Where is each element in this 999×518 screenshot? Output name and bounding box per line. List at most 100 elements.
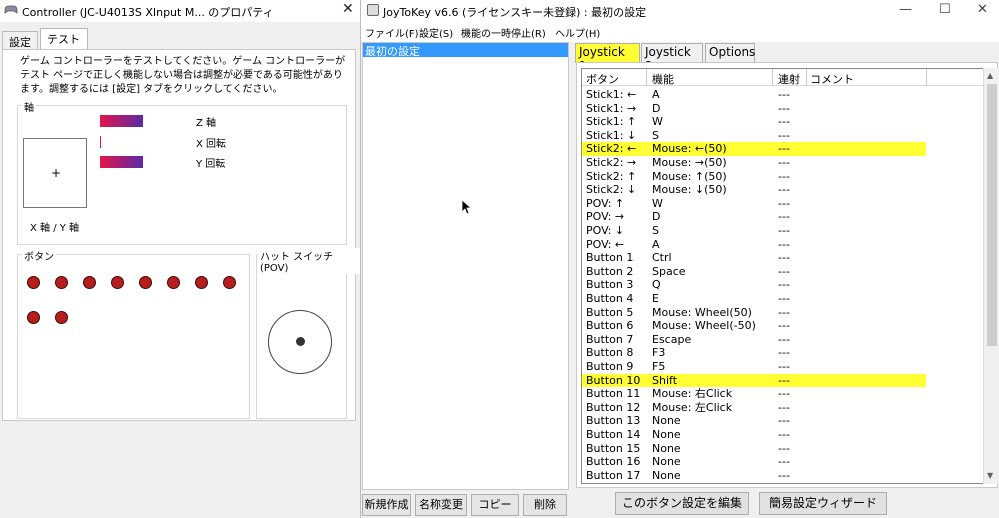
row-button-cell: Button 2 xyxy=(586,264,634,278)
assignment-list[interactable]: ボタン 機能 連射 コメント Stick1: ← A --- Stick1: → D --… xyxy=(581,68,987,484)
joytokey-window: JoyToKey v6.6 (ライセンスキー未登録) : 最初の設定 — ☐ ✕… xyxy=(360,0,999,518)
tab-joystick-2[interactable]: Joystick 2 xyxy=(641,43,703,73)
table-row[interactable]: Stick2: ← Mouse: ←(50) --- xyxy=(582,142,926,156)
row-button-cell: Stick2: ↑ xyxy=(586,169,637,183)
tab-settings[interactable]: 設定 xyxy=(2,31,38,50)
scroll-up-icon[interactable]: ▲ xyxy=(987,71,993,80)
close-icon[interactable]: ✕ xyxy=(977,2,988,17)
table-row[interactable]: POV: ← A --- xyxy=(582,238,926,252)
row-button-cell: Button 12 xyxy=(586,400,641,414)
table-row[interactable]: Button 7 Escape --- xyxy=(582,333,926,347)
table-row[interactable]: Button 5 Mouse: Wheel(50) --- xyxy=(582,306,926,320)
controller-tabs: 設定 テスト xyxy=(0,28,360,51)
copy-config-button[interactable]: コピー xyxy=(471,494,519,516)
config-list[interactable] xyxy=(362,42,569,490)
table-row[interactable]: Button 10 Shift --- xyxy=(582,373,926,388)
row-function-cell: Q xyxy=(652,278,661,292)
minimize-icon[interactable]: — xyxy=(899,2,912,17)
table-row[interactable]: Stick2: → Mouse: →(50) --- xyxy=(582,156,926,170)
col-divider[interactable] xyxy=(646,69,647,86)
row-function-cell: W xyxy=(652,196,663,210)
menu-help[interactable]: ヘルプ(H) xyxy=(555,25,600,40)
row-rapid-cell: --- xyxy=(778,373,790,387)
config-item-selected[interactable]: 最初の設定 xyxy=(363,43,568,58)
row-function-cell: A xyxy=(652,237,660,251)
col-button[interactable]: ボタン xyxy=(586,71,619,87)
row-rapid-cell: --- xyxy=(778,292,790,305)
table-row[interactable]: Button 13 None --- xyxy=(582,414,926,428)
y-rotation-track xyxy=(100,155,190,169)
scroll-thumb[interactable] xyxy=(987,84,997,346)
z-axis-bar xyxy=(100,115,143,127)
col-function[interactable]: 機能 xyxy=(652,71,674,87)
maximize-icon[interactable]: ☐ xyxy=(939,2,951,17)
controller-button-indicator xyxy=(55,276,68,289)
setup-wizard-button[interactable]: 簡易設定ウィザード xyxy=(759,492,887,515)
row-function-cell: A xyxy=(652,88,660,101)
edit-button-setting-button[interactable]: このボタン設定を編集 xyxy=(615,492,749,515)
controller-button-indicator xyxy=(139,276,152,289)
table-row[interactable]: Button 11 Mouse: 右Click --- xyxy=(582,387,926,401)
table-row[interactable]: Button 8 F3 --- xyxy=(582,346,926,360)
table-row[interactable]: Button 1 Ctrl --- xyxy=(582,251,926,265)
table-row[interactable]: Button 9 F5 --- xyxy=(582,360,926,374)
table-row[interactable]: Button 2 Space --- xyxy=(582,265,926,279)
col-divider[interactable] xyxy=(806,69,807,86)
table-row[interactable]: Stick2: ↓ Mouse: ↓(50) --- xyxy=(582,183,926,197)
close-icon[interactable]: ✕ xyxy=(342,1,354,17)
row-button-cell: Button 8 xyxy=(586,346,634,360)
row-button-cell: Button 4 xyxy=(586,292,634,305)
xy-axis-label: X 軸 / Y 軸 xyxy=(30,223,80,234)
table-row[interactable]: Button 12 Mouse: 左Click --- xyxy=(582,401,926,415)
row-function-cell: Mouse: ↓(50) xyxy=(652,183,727,197)
table-row[interactable]: Stick2: ↑ Mouse: ↑(50) --- xyxy=(582,170,926,184)
table-row[interactable]: Stick1: ↑ W --- xyxy=(582,115,926,129)
table-row[interactable]: Button 16 None --- xyxy=(582,455,926,469)
col-rapid[interactable]: 連射 xyxy=(778,71,800,87)
row-function-cell: Shift xyxy=(652,373,678,387)
table-row[interactable]: Button 17 None --- xyxy=(582,469,926,483)
row-button-cell: Button 7 xyxy=(586,332,634,346)
table-row[interactable]: POV: → D --- xyxy=(582,210,926,224)
buttons-group xyxy=(17,254,250,419)
list-scrollbar[interactable]: ▲ ▼ xyxy=(983,68,999,484)
tab-options[interactable]: Options xyxy=(705,43,755,63)
row-rapid-cell: --- xyxy=(778,169,790,183)
col-comment[interactable]: コメント xyxy=(810,71,854,87)
menu-settings[interactable]: 設定(S) xyxy=(419,25,453,40)
scroll-down-icon[interactable]: ▼ xyxy=(987,471,993,480)
row-function-cell: Mouse: ←(50) xyxy=(652,142,727,156)
row-rapid-cell: --- xyxy=(778,251,790,265)
row-rapid-cell: --- xyxy=(778,101,790,115)
menu-pause[interactable]: 機能の一時停止(R) xyxy=(461,25,546,40)
col-divider[interactable] xyxy=(926,69,927,86)
table-row[interactable]: Stick1: → D --- xyxy=(582,102,926,116)
rename-config-button[interactable]: 名称変更 xyxy=(415,494,467,516)
table-row[interactable]: Button 6 Mouse: Wheel(-50) --- xyxy=(582,319,926,333)
table-row[interactable]: Stick1: ← A --- xyxy=(582,88,926,102)
z-axis-track xyxy=(100,114,190,128)
table-row[interactable]: Button 14 None --- xyxy=(582,428,926,442)
table-row[interactable]: Button 15 None --- xyxy=(582,442,926,456)
buttons-group-label: ボタン xyxy=(22,248,56,263)
table-row[interactable]: Stick1: ↓ S --- xyxy=(582,129,926,143)
delete-config-button[interactable]: 削除 xyxy=(523,494,567,516)
tab-test[interactable]: テスト xyxy=(40,28,88,51)
row-function-cell: S xyxy=(652,224,659,237)
table-row[interactable]: Button 4 E --- xyxy=(582,292,926,306)
menu-file[interactable]: ファイル(F) xyxy=(365,25,419,40)
new-config-button[interactable]: 新規作成 xyxy=(362,494,411,516)
row-rapid-cell: --- xyxy=(778,183,790,197)
row-button-cell: Stick2: → xyxy=(586,156,637,169)
col-divider[interactable] xyxy=(772,69,773,86)
row-function-cell: None xyxy=(652,441,681,455)
table-row[interactable]: POV: ↑ W --- xyxy=(582,197,926,211)
table-row[interactable]: POV: ↓ S --- xyxy=(582,224,926,238)
row-button-cell: Button 11 xyxy=(586,387,641,401)
row-button-cell: Button 5 xyxy=(586,305,634,319)
table-row[interactable]: Button 3 Q --- xyxy=(582,278,926,292)
tab-joystick-1[interactable]: Joystick 1 xyxy=(575,43,640,73)
row-button-cell: Button 13 xyxy=(586,414,641,428)
row-rapid-cell: --- xyxy=(778,387,790,401)
row-button-cell: Stick1: ↓ xyxy=(586,128,637,142)
